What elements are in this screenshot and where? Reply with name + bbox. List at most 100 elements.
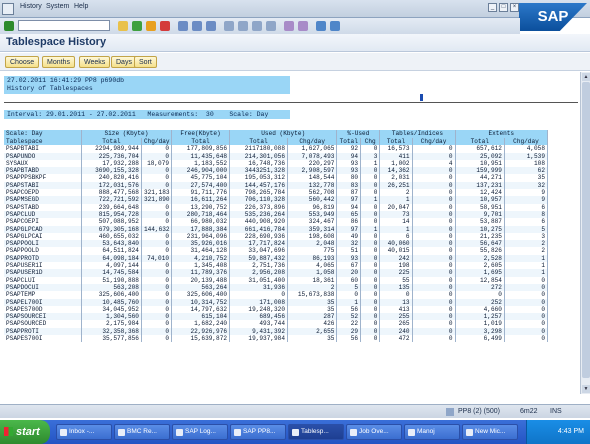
tablespace-name[interactable]: SYSAUX — [4, 159, 82, 168]
tablespace-name[interactable]: PSAPES700I — [4, 335, 82, 343]
find-next-icon[interactable] — [206, 21, 216, 31]
table-row[interactable]: PSAPUNDO 225,736,704 0 11,435,648 214,301,05… — [4, 152, 549, 160]
tablespace-name[interactable]: PSAPSTABI — [4, 181, 82, 190]
tablespace-name[interactable]: PSAPSTABD — [4, 203, 82, 211]
taskbar-item[interactable]: Manoj — [404, 424, 460, 440]
tablespace-name[interactable]: PSAPPOOLI — [4, 240, 82, 248]
table-row[interactable]: PSAPTEMP 325,606,400 0 325,606,400 0 15,673,8… — [4, 291, 549, 299]
window-system-icon[interactable] — [2, 3, 14, 15]
table-row[interactable]: PSAPSOURCEI 1,304,560 0 615,104 689,456 287 52… — [4, 313, 549, 321]
menu-help[interactable]: Help — [74, 3, 88, 10]
table-row[interactable]: PSAPCLUD 815,954,728 0 280,718,464 535,236,2… — [4, 210, 549, 219]
tablespace-name[interactable]: PSAPCOEPI — [4, 218, 82, 226]
cancel-icon[interactable] — [160, 21, 170, 31]
scroll-down-icon[interactable]: ▼ — [582, 385, 590, 393]
sort-button[interactable]: Sort — [134, 56, 157, 68]
months-button[interactable]: Months — [42, 56, 75, 68]
table-row[interactable]: PSAPGLPCAD 679,305,168 144,632 17,888,384 66… — [4, 225, 549, 233]
tablespace-name[interactable]: PSAPCOEPD — [4, 189, 82, 197]
table-row[interactable]: PSAPES700D 34,045,952 0 14,797,632 19,248,32… — [4, 305, 549, 314]
new-session-icon[interactable] — [284, 21, 294, 31]
table-row[interactable]: SYSAUX 17,932,288 18,079 1,183,552 16,748,73… — [4, 159, 549, 168]
vertical-scrollbar[interactable]: ▲ ▼ — [580, 72, 590, 394]
table-row[interactable]: PSAPCLUI 51,190,888 0 20,139,488 31,051,400 1… — [4, 276, 549, 284]
taskbar-item[interactable]: Tablesp... — [288, 424, 344, 440]
clock[interactable]: 4:43 PM — [558, 428, 584, 435]
table-row[interactable]: PSAPSOURCED 2,175,984 0 1,682,240 493,744 426… — [4, 320, 549, 328]
table-row[interactable]: PSAPCOEPD 888,477,568 321,183 91,711,776 798… — [4, 189, 549, 197]
table-row[interactable]: PSAPPOOLI 53,643,840 0 35,926,016 17,717,824… — [4, 240, 549, 248]
table-row[interactable]: PSAPPROTD 64,098,184 74,010 4,210,752 59,887… — [4, 254, 549, 263]
table-row[interactable]: PSAPDOCUI 563,208 0 563,264 31,936 2 5 0 135 0 272… — [4, 283, 549, 292]
start-button[interactable]: start — [0, 420, 50, 444]
taskbar-item[interactable]: BMC Re... — [114, 424, 170, 440]
table-row[interactable]: PSAPUSER1I 4,097,144 0 1,345,408 2,751,736 4,… — [4, 262, 549, 270]
help-icon[interactable] — [316, 21, 326, 31]
col-header[interactable]: Chg/day — [504, 138, 549, 146]
tablespace-name[interactable]: PSAPBTABD — [4, 167, 82, 175]
taskbar-item[interactable]: SAP Log... — [172, 424, 228, 440]
last-page-icon[interactable] — [266, 21, 276, 31]
col-header[interactable]: Total — [379, 138, 413, 146]
enter-check-icon[interactable] — [4, 21, 14, 31]
tablespace-name[interactable]: PSAPGLPCAI — [4, 232, 82, 241]
col-header[interactable]: Total — [81, 138, 142, 146]
print-icon[interactable] — [178, 21, 188, 31]
menu-history[interactable]: History — [20, 3, 42, 10]
back-icon[interactable] — [132, 21, 142, 31]
col-header[interactable]: Total — [336, 138, 362, 146]
tablespace-name[interactable]: PSAPUSER1I — [4, 262, 82, 270]
weeks-button[interactable]: Weeks — [79, 56, 111, 68]
table-row[interactable]: PSAPUSER1D 14,745,584 0 11,789,376 2,956,208… — [4, 269, 549, 277]
table-row[interactable]: PSAPEL700I 10,485,760 0 10,314,752 171,008 35… — [4, 298, 549, 306]
table-row[interactable]: PSAPPOOLD 64,511,824 0 31,464,128 33,047,696… — [4, 247, 549, 255]
shortcut-icon[interactable] — [298, 21, 308, 31]
taskbar-item[interactable]: Job Ove... — [346, 424, 402, 440]
table-row[interactable]: PSAPSTABI 172,031,576 0 27,574,400 144,457,1… — [4, 181, 549, 190]
system-info[interactable]: PP8 (2) (500) — [458, 408, 500, 415]
previous-page-icon[interactable] — [238, 21, 248, 31]
col-header[interactable]: Chg/day — [412, 138, 456, 146]
tablespace-name[interactable]: PSAPUNDO — [4, 152, 82, 160]
scroll-thumb[interactable] — [582, 82, 590, 378]
minimize-icon[interactable]: _ — [488, 3, 497, 12]
tablespace-name[interactable]: PSAPPROTD — [4, 254, 82, 263]
tablespace-name[interactable]: PSAPUSER1D — [4, 269, 82, 277]
scroll-up-icon[interactable]: ▲ — [582, 73, 590, 81]
tablespace-name[interactable]: PSAPPROTI — [4, 327, 82, 336]
tablespace-name[interactable]: PSAPBTABI — [4, 145, 82, 153]
close-icon[interactable]: × — [510, 3, 519, 12]
tablespace-name[interactable]: PSAPCLUD — [4, 210, 82, 219]
col-header[interactable]: Chg/day — [287, 138, 338, 146]
tablespace-name[interactable]: PSAPES700D — [4, 305, 82, 314]
table-row[interactable]: PSAPBTABD 3690,155,328 0 246,904,000 3443251… — [4, 167, 549, 175]
next-page-icon[interactable] — [252, 21, 262, 31]
input-mode[interactable]: INS — [550, 408, 562, 415]
tablespace-name[interactable]: PSAPMSEGD — [4, 196, 82, 204]
table-row[interactable]: PSAPPPSBKPF 240,820,416 0 45,775,104 195,053… — [4, 174, 549, 182]
table-row[interactable]: PSAPGLPCAI 460,655,032 0 231,964,096 228,690… — [4, 232, 549, 241]
tablespace-name[interactable]: PSAPGLPCAD — [4, 225, 82, 233]
tablespace-name[interactable]: PSAPDOCUI — [4, 283, 82, 292]
tablespace-name[interactable]: PSAPCLUI — [4, 276, 82, 284]
col-header[interactable]: Chg — [360, 138, 381, 146]
table-row[interactable]: PSAPES700I 35,577,856 0 15,639,872 19,937,98… — [4, 335, 549, 343]
menu-system[interactable]: System — [46, 3, 69, 10]
tablespace-name[interactable]: PSAPEL700I — [4, 298, 82, 306]
col-header[interactable]: Tablespace — [4, 138, 82, 146]
find-icon[interactable] — [192, 21, 202, 31]
choose-button[interactable]: Choose — [5, 56, 40, 68]
tablespace-name[interactable]: PSAPPOOLD — [4, 247, 82, 255]
table-row[interactable]: PSAPMSEGD 722,721,592 321,890 16,611,264 706… — [4, 196, 549, 204]
tablespace-name[interactable]: PSAPSOURCEI — [4, 313, 82, 321]
table-row[interactable]: PSAPCOEPI 507,088,952 0 66,980,032 440,908,9… — [4, 218, 549, 226]
col-header[interactable]: Chg/day — [141, 138, 173, 146]
taskbar-item[interactable]: Inbox -... — [56, 424, 112, 440]
first-page-icon[interactable] — [224, 21, 234, 31]
tablespace-name[interactable]: PSAPTEMP — [4, 291, 82, 299]
tablespace-name[interactable]: PSAPPPSBKPF — [4, 174, 82, 182]
col-header[interactable]: Total — [171, 138, 231, 146]
col-header[interactable]: Total — [455, 138, 505, 146]
table-row[interactable]: PSAPPROTI 32,358,368 0 22,926,976 9,431,392 2… — [4, 327, 549, 336]
taskbar-item[interactable]: SAP PP8... — [230, 424, 286, 440]
